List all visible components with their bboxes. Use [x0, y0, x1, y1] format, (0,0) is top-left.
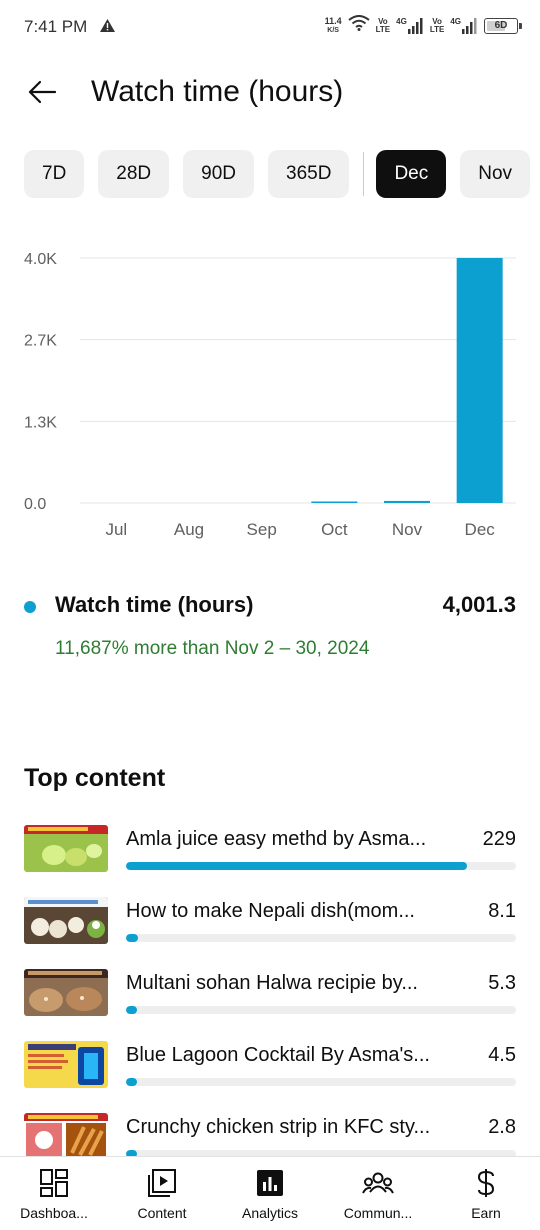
nav-item-earn[interactable]: Earn — [432, 1157, 540, 1230]
nav-label: Content — [137, 1205, 187, 1221]
battery-icon: 6D — [484, 17, 522, 34]
top-content-title: Top content — [24, 764, 166, 792]
progress-fill — [126, 1078, 137, 1086]
sim2-signal-icon: 4G — [450, 17, 478, 34]
video-title: Multani sohan Halwa recipie by... — [126, 972, 418, 994]
progress-track — [126, 934, 516, 942]
wifi-icon — [348, 15, 370, 36]
metric-value: 4,001.3 — [442, 592, 516, 617]
video-title: How to make Nepali dish(mom... — [126, 900, 415, 922]
sim1-signal-icon: 4G — [396, 17, 424, 34]
nav-label: Earn — [471, 1205, 501, 1221]
video-thumbnail — [24, 969, 108, 1016]
watch-time-chart: 0.0 1.3K 2.7K 4.0K Jul Aug Sep Oct Nov Dec — [24, 251, 516, 539]
nav-item-dashboard[interactable]: Dashboa... — [0, 1157, 108, 1230]
progress-track — [126, 1006, 516, 1014]
chip-28d[interactable]: 28D — [98, 150, 170, 198]
chip-90d[interactable]: 90D — [183, 150, 255, 198]
nav-item-content[interactable]: Content — [108, 1157, 216, 1230]
progress-track — [126, 1078, 516, 1086]
y-tick-label: 2.7K — [24, 333, 57, 350]
y-tick-label: 0.0 — [24, 496, 46, 513]
chip-7d[interactable]: 7D — [24, 150, 85, 198]
video-title: Crunchy chicken strip in KFC sty... — [126, 1116, 431, 1138]
progress-fill — [126, 1006, 137, 1014]
nav-label: Dashboa... — [20, 1205, 88, 1221]
x-tick-label: Aug — [174, 520, 204, 539]
list-item[interactable]: Multani sohan Halwa recipie by... 5.3 — [24, 966, 516, 1038]
progress-fill — [126, 862, 468, 870]
x-tick-label: Jul — [105, 520, 127, 539]
warning-icon — [100, 19, 115, 37]
progress-fill — [126, 934, 139, 942]
video-value: 4.5 — [488, 1044, 516, 1066]
legend-dot — [24, 601, 36, 613]
dashboard-icon — [39, 1167, 69, 1199]
list-item[interactable]: Blue Lagoon Cocktail By Asma's... 4.5 — [24, 1038, 516, 1110]
analytics-icon — [255, 1167, 285, 1199]
period-chips: 7D 28D 90D 365D Dec Nov — [24, 150, 540, 198]
page-title: Watch time (hours) — [91, 75, 344, 108]
progress-track — [126, 862, 516, 870]
chart-bar — [456, 257, 503, 503]
metric-label: Watch time (hours) — [55, 592, 254, 617]
video-thumbnail — [24, 825, 108, 872]
nav-item-analytics[interactable]: Analytics — [216, 1157, 324, 1230]
list-item[interactable]: Amla juice easy methd by Asma... 229 — [24, 822, 516, 894]
chart-bar — [384, 500, 430, 503]
video-title: Amla juice easy methd by Asma... — [126, 828, 427, 850]
video-thumbnail — [24, 1113, 108, 1160]
nav-label: Analytics — [241, 1205, 299, 1221]
header: Watch time (hours) — [0, 62, 540, 122]
community-icon — [362, 1167, 394, 1199]
nav-label: Commun... — [343, 1205, 413, 1221]
chip-nov[interactable]: Nov — [460, 150, 531, 198]
sim2-volte: Vo LTE — [429, 16, 445, 34]
nav-item-community[interactable]: Commun... — [324, 1157, 432, 1230]
video-title: Blue Lagoon Cocktail By Asma's... — [126, 1044, 430, 1066]
metric-comparison: 11,687% more than Nov 2 – 30, 2024 — [55, 638, 370, 659]
chip-365d[interactable]: 365D — [268, 150, 350, 198]
status-time: 7:41 PM — [24, 17, 88, 36]
video-thumbnail — [24, 1041, 108, 1088]
x-tick-label: Nov — [392, 520, 423, 539]
x-tick-label: Dec — [465, 520, 496, 539]
top-content-list: Amla juice easy methd by Asma... 229 How… — [24, 822, 516, 1182]
video-value: 2.8 — [488, 1116, 516, 1138]
y-tick-label: 1.3K — [24, 414, 57, 431]
y-tick-label: 4.0K — [24, 251, 57, 268]
sim1-volte: Vo LTE — [375, 16, 391, 34]
video-value: 5.3 — [488, 972, 516, 994]
chart-bar — [311, 501, 358, 503]
earn-icon — [474, 1167, 498, 1199]
video-thumbnail — [24, 897, 108, 944]
network-speed: 11.4 K/S — [324, 15, 342, 34]
chip-divider — [363, 152, 365, 196]
bottom-navigation: Dashboa... Content Analytics Commun... E… — [0, 1156, 540, 1230]
back-button[interactable] — [22, 74, 62, 110]
arrow-left-icon — [28, 80, 57, 104]
video-value: 229 — [482, 828, 516, 850]
list-item[interactable]: How to make Nepali dish(mom... 8.1 — [24, 894, 516, 966]
status-bar: 7:41 PM 11.4 K/S Vo LTE 4G Vo LTE 4G 6D — [0, 0, 540, 56]
x-tick-label: Oct — [321, 520, 348, 539]
x-tick-label: Sep — [247, 520, 277, 539]
content-icon — [147, 1167, 177, 1199]
chip-dec[interactable]: Dec — [376, 150, 447, 198]
video-value: 8.1 — [488, 900, 516, 922]
